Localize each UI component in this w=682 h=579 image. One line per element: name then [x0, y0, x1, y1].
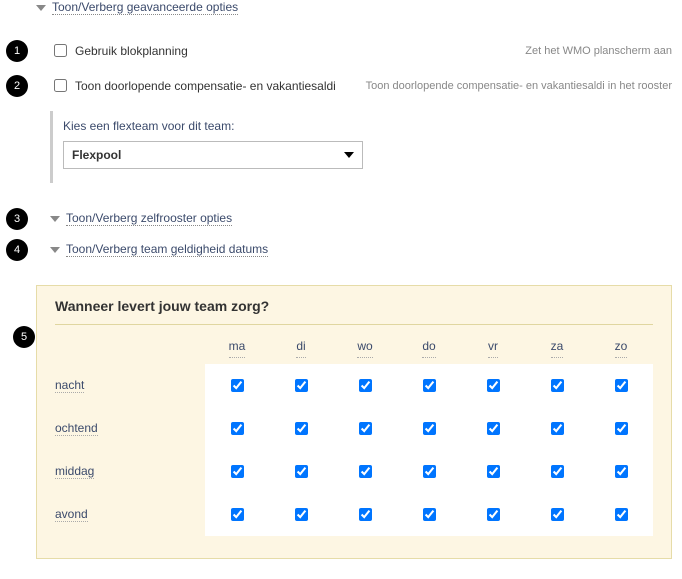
cb-nacht-za[interactable]: [551, 379, 564, 392]
cb-nacht-vr[interactable]: [487, 379, 500, 392]
cb-ochtend-zo[interactable]: [615, 422, 628, 435]
option-block-planning: 1 Gebruik blokplanning Zet het WMO plans…: [0, 33, 682, 68]
panel-title: Wanneer levert jouw team zorg?: [55, 298, 653, 325]
schedule-grid: ma di wo do vr za zo nacht ochtend midda…: [55, 335, 653, 536]
compensation-hint: Toon doorlopende compensatie- en vakanti…: [366, 80, 672, 92]
cb-nacht-do[interactable]: [423, 379, 436, 392]
cb-avond-ma[interactable]: [231, 508, 244, 521]
step-badge-1: 1: [6, 40, 28, 62]
compensation-label: Toon doorlopende compensatie- en vakanti…: [75, 79, 336, 93]
selfroster-toggle[interactable]: Toon/Verberg zelfrooster opties: [50, 211, 232, 226]
caret-down-icon: [50, 216, 60, 222]
day-header-di[interactable]: di: [296, 335, 305, 358]
cb-avond-di[interactable]: [295, 508, 308, 521]
step-badge-5: 5: [13, 326, 35, 348]
advanced-toggle-label: Toon/Verberg geavanceerde opties: [52, 0, 238, 15]
cb-middag-zo[interactable]: [615, 465, 628, 478]
validity-toggle[interactable]: Toon/Verberg team geldigheid datums: [50, 242, 268, 257]
caret-down-icon: [36, 5, 46, 11]
cb-middag-vr[interactable]: [487, 465, 500, 478]
cb-avond-vr[interactable]: [487, 508, 500, 521]
cb-ochtend-di[interactable]: [295, 422, 308, 435]
day-header-do[interactable]: do: [422, 335, 435, 358]
period-avond[interactable]: avond: [55, 507, 88, 522]
cb-avond-do[interactable]: [423, 508, 436, 521]
care-schedule-panel: 5 Wanneer levert jouw team zorg? ma di w…: [36, 285, 672, 559]
caret-down-icon: [50, 247, 60, 253]
period-ochtend[interactable]: ochtend: [55, 421, 98, 436]
period-nacht[interactable]: nacht: [55, 378, 84, 393]
cb-nacht-zo[interactable]: [615, 379, 628, 392]
day-header-vr[interactable]: vr: [488, 335, 498, 358]
block-planning-checkbox[interactable]: [54, 44, 67, 57]
advanced-toggle[interactable]: Toon/Verberg geavanceerde opties: [36, 0, 682, 15]
selfroster-toggle-row: 3 Toon/Verberg zelfrooster opties: [0, 203, 682, 234]
cb-avond-wo[interactable]: [359, 508, 372, 521]
option-compensation: 2 Toon doorlopende compensatie- en vakan…: [0, 68, 682, 103]
step-badge-3: 3: [6, 208, 28, 230]
cb-nacht-ma[interactable]: [231, 379, 244, 392]
flexteam-value: Flexpool: [72, 148, 121, 162]
compensation-checkbox[interactable]: [54, 79, 67, 92]
cb-nacht-wo[interactable]: [359, 379, 372, 392]
cb-middag-do[interactable]: [423, 465, 436, 478]
day-header-wo[interactable]: wo: [357, 335, 372, 358]
cb-middag-ma[interactable]: [231, 465, 244, 478]
cb-ochtend-do[interactable]: [423, 422, 436, 435]
cb-ochtend-za[interactable]: [551, 422, 564, 435]
flexteam-block: Kies een flexteam voor dit team: Flexpoo…: [50, 111, 370, 183]
cb-middag-za[interactable]: [551, 465, 564, 478]
cb-middag-wo[interactable]: [359, 465, 372, 478]
cb-nacht-di[interactable]: [295, 379, 308, 392]
cb-avond-za[interactable]: [551, 508, 564, 521]
cb-avond-zo[interactable]: [615, 508, 628, 521]
cb-middag-di[interactable]: [295, 465, 308, 478]
flexteam-prompt: Kies een flexteam voor dit team:: [63, 119, 360, 133]
validity-toggle-row: 4 Toon/Verberg team geldigheid datums: [0, 234, 682, 265]
day-header-za[interactable]: za: [551, 335, 564, 358]
block-planning-label: Gebruik blokplanning: [75, 44, 188, 58]
validity-toggle-label: Toon/Verberg team geldigheid datums: [66, 242, 268, 257]
selfroster-toggle-label: Toon/Verberg zelfrooster opties: [66, 211, 232, 226]
cb-ochtend-wo[interactable]: [359, 422, 372, 435]
flexteam-select[interactable]: Flexpool: [63, 141, 363, 169]
day-header-ma[interactable]: ma: [229, 335, 246, 358]
step-badge-4: 4: [6, 239, 28, 261]
chevron-down-icon: [344, 152, 354, 158]
day-header-zo[interactable]: zo: [615, 335, 628, 358]
step-badge-2: 2: [6, 75, 28, 97]
block-planning-hint: Zet het WMO planscherm aan: [525, 45, 672, 57]
period-middag[interactable]: middag: [55, 464, 94, 479]
cb-ochtend-vr[interactable]: [487, 422, 500, 435]
cb-ochtend-ma[interactable]: [231, 422, 244, 435]
